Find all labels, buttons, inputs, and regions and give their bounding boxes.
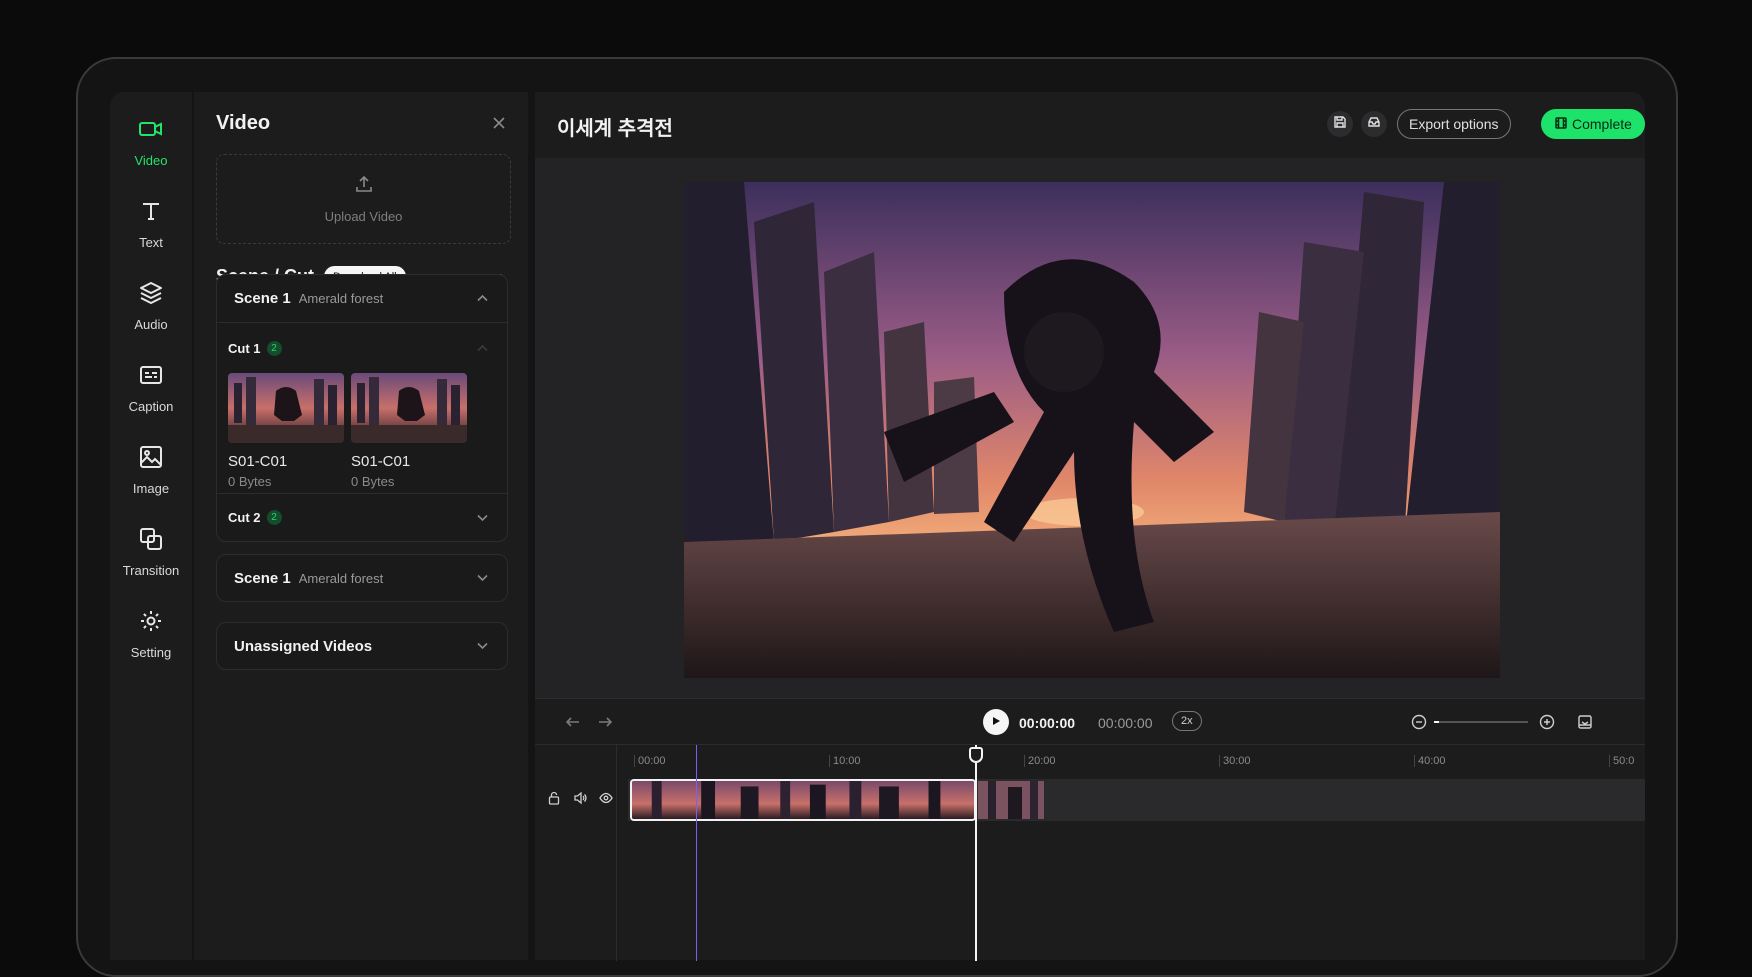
export-options-button[interactable]: Export options: [1397, 109, 1511, 139]
cut-thumbnail-item[interactable]: S01-C01 0 Bytes: [228, 373, 344, 489]
chevron-down-icon[interactable]: [476, 511, 489, 524]
fit-timeline-icon[interactable]: [1577, 714, 1593, 730]
editor-app: Video Text Audio Caption Image Transitio…: [110, 92, 1645, 961]
save-icon: [1333, 115, 1347, 134]
transport-bar: 00:00:00 00:00:00 2x: [535, 698, 1645, 744]
unlock-icon[interactable]: [547, 791, 561, 805]
ruler-tick-label: 50:0: [1609, 755, 1634, 767]
rail-label: Transition: [122, 563, 180, 578]
zoom-slider[interactable]: [1434, 721, 1528, 723]
rail-item-caption[interactable]: Caption: [110, 362, 192, 434]
chevron-up-icon[interactable]: [476, 292, 489, 305]
timeline: 00:00 10:00 20:00 30:00 40:00 50:0: [535, 744, 1645, 961]
play-button[interactable]: [983, 709, 1009, 735]
scene-card: Scene 1 Amerald forest Cut 1 2 S01-C01 0…: [216, 274, 508, 542]
scene-card[interactable]: Scene 1 Amerald forest: [216, 554, 508, 602]
undo-arrow-left-icon[interactable]: [565, 714, 581, 730]
chevron-down-icon[interactable]: [476, 571, 489, 584]
gear-icon: [138, 608, 164, 639]
scene-subtitle: Amerald forest: [298, 291, 384, 306]
upload-label: Upload Video: [324, 209, 403, 224]
rail-item-setting[interactable]: Setting: [110, 608, 192, 680]
volume-icon[interactable]: [573, 791, 587, 805]
ruler-tick-label: 10:00: [829, 755, 861, 767]
play-icon: [991, 713, 1001, 731]
rail-item-video[interactable]: Video: [110, 116, 192, 188]
layers-icon: [138, 280, 164, 311]
cut-count-badge: 2: [266, 340, 282, 356]
cut-name: S01-C01: [228, 453, 288, 470]
inbox-icon: [1367, 115, 1381, 134]
inbox-button[interactable]: [1361, 111, 1387, 137]
zoom-in-icon[interactable]: [1539, 714, 1555, 730]
project-title: 이세계 추격전: [557, 118, 673, 140]
playhead[interactable]: [975, 745, 977, 961]
chevron-up-icon[interactable]: [476, 342, 489, 355]
playback-speed-button[interactable]: 2x: [1172, 711, 1202, 731]
text-icon: [138, 198, 164, 229]
rail-item-image[interactable]: Image: [110, 444, 192, 516]
rail-label: Caption: [128, 399, 174, 414]
ruler-tick-label: 40:00: [1414, 755, 1446, 767]
image-icon: [138, 444, 164, 475]
complete-label: Complete: [1572, 116, 1632, 132]
tool-rail: Video Text Audio Caption Image Transitio…: [110, 92, 192, 960]
rail-label: Setting: [130, 645, 172, 660]
save-button[interactable]: [1327, 111, 1353, 137]
scene-title: Scene 1: [234, 569, 291, 587]
redo-arrow-right-icon[interactable]: [597, 714, 613, 730]
total-time: 00:00:00: [1098, 715, 1153, 731]
caption-icon: [138, 362, 164, 393]
complete-button[interactable]: Complete: [1541, 109, 1645, 139]
rail-item-transition[interactable]: Transition: [110, 526, 192, 598]
cut-thumbnail: [351, 373, 467, 443]
scene-subtitle: Amerald forest: [298, 570, 384, 586]
cut-size: 0 Bytes: [228, 474, 272, 489]
rail-label: Audio: [134, 317, 168, 332]
panel-title: Video: [216, 112, 271, 134]
video-clip[interactable]: [630, 779, 976, 821]
playhead-handle[interactable]: [969, 747, 983, 763]
scene-title: Scene 1: [234, 290, 291, 307]
rail-label: Video: [134, 153, 168, 168]
video-panel: Video Upload Video Scene / Cut Download …: [194, 92, 528, 960]
cut-title: Cut 1: [228, 340, 261, 356]
scene-header[interactable]: Scene 1 Amerald forest: [217, 555, 507, 601]
cut-header[interactable]: Cut 1 2: [217, 323, 507, 373]
rail-item-audio[interactable]: Audio: [110, 280, 192, 352]
video-preview[interactable]: [684, 182, 1500, 678]
editor-main: 이세계 추격전 Export options Complete 00:00:00…: [535, 92, 1645, 961]
unassigned-videos-card[interactable]: Unassigned Videos: [216, 622, 508, 670]
cut-header[interactable]: Cut 2 2: [217, 493, 507, 541]
cut-count-badge: 2: [266, 510, 282, 525]
cut-title: Cut 2: [228, 510, 261, 525]
zoom-out-icon[interactable]: [1411, 714, 1427, 730]
transition-icon: [138, 526, 164, 557]
cut-name: S01-C01: [351, 453, 411, 470]
cut-size: 0 Bytes: [351, 474, 395, 489]
rail-label: Text: [139, 235, 163, 250]
rail-label: Image: [132, 481, 170, 496]
scene-header[interactable]: Scene 1 Amerald forest: [217, 275, 507, 323]
unassigned-header[interactable]: Unassigned Videos: [217, 623, 507, 669]
current-time: 00:00:00: [1019, 715, 1076, 731]
video-icon: [138, 116, 164, 147]
rail-item-text[interactable]: Text: [110, 198, 192, 270]
in-point-marker[interactable]: [696, 745, 697, 961]
ruler-tick-label: 00:00: [634, 755, 666, 767]
cut-thumbnail-item[interactable]: S01-C01 0 Bytes: [351, 373, 467, 489]
ruler-tick-label: 20:00: [1024, 755, 1056, 767]
film-icon: [1554, 116, 1572, 133]
chevron-down-icon[interactable]: [476, 639, 489, 652]
eye-icon[interactable]: [599, 791, 613, 805]
track-controls: [535, 745, 617, 961]
video-clip[interactable]: [978, 781, 1044, 819]
upload-icon: [354, 174, 374, 199]
unassigned-title: Unassigned Videos: [234, 637, 373, 655]
ruler-tick-label: 30:00: [1219, 755, 1251, 767]
cut-thumbnail: [228, 373, 344, 443]
close-icon[interactable]: [490, 114, 508, 132]
upload-video-dropzone[interactable]: Upload Video: [216, 154, 511, 244]
zoom-slider-fill: [1434, 721, 1439, 723]
